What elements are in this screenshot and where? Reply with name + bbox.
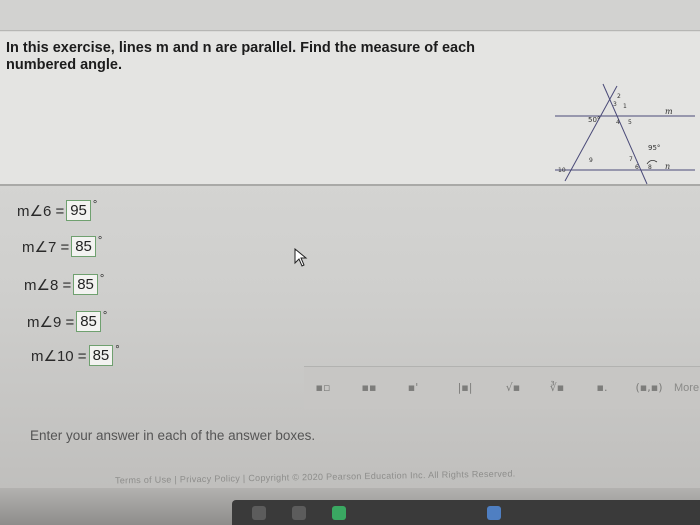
footer-links[interactable]: Terms of Use | Privacy Policy | Copyrigh… — [115, 469, 516, 486]
degree-symbol: ° — [92, 198, 98, 211]
taskbar-app-icon[interactable] — [332, 506, 346, 520]
angle-label-5: 5 — [628, 119, 632, 126]
answer-input-angle-8[interactable]: 85 — [73, 274, 98, 295]
angle-label-2: 2 — [617, 93, 621, 100]
angle-label-10: 10 — [558, 167, 566, 174]
degree-symbol: ° — [97, 234, 103, 247]
nth-root-tool-button[interactable]: ∛▪ — [544, 377, 570, 399]
transversal-2 — [602, 83, 648, 185]
answer-input-angle-9[interactable]: 85 — [76, 311, 101, 332]
angle-label-1: 1 — [623, 103, 627, 110]
line-m-label: m — [665, 107, 673, 116]
absolute-value-tool-button[interactable]: |▪| — [452, 377, 478, 399]
answer-input-angle-10[interactable]: 85 — [88, 345, 114, 366]
degree-symbol: ° — [115, 343, 120, 356]
angle-label-8: 8 — [648, 164, 652, 171]
square-root-tool-button[interactable]: √▪ — [500, 377, 526, 399]
transversal-1 — [564, 85, 618, 182]
angle-label-3: 3 — [613, 101, 617, 108]
answer-label: m∠8 = — [24, 276, 72, 294]
ordered-pair-tool-button[interactable]: (▪,▪) — [632, 377, 666, 399]
question-prompt: In this exercise, lines m and n are para… — [6, 40, 476, 73]
taskbar — [232, 500, 700, 525]
answer-hint: Enter your answer in each of the answer … — [30, 428, 316, 443]
angle-label-9: 9 — [589, 157, 593, 164]
question-panel: In this exercise, lines m and n are para… — [0, 32, 700, 186]
screen: In this exercise, lines m and n are para… — [0, 0, 700, 525]
more-tools-button[interactable]: More — [674, 377, 699, 399]
decimal-tool-button[interactable]: ▪. — [589, 377, 615, 399]
answer-row-angle-6: m∠6 = 95 ° — [17, 198, 98, 221]
taskbar-app-icon[interactable] — [292, 506, 306, 520]
angle-label-6: 6 — [635, 164, 639, 171]
answer-input-angle-7[interactable]: 85 — [71, 236, 96, 257]
angle-label-4: 4 — [616, 119, 620, 126]
answer-label: m∠10 = — [31, 347, 87, 365]
answer-input-angle-6[interactable]: 95 — [66, 200, 91, 221]
answers-section: m∠6 = 95 ° m∠7 = 85 ° m∠8 = 85 ° m∠9 = 8… — [0, 186, 700, 366]
math-toolbar: ▪▫ ▪▪ ▪' |▪| √▪ ∛▪ ▪. (▪,▪) More — [304, 366, 700, 409]
parallel-lines-figure: 3 2 1 50° 4 5 m 95° 9 7 10 6 8 n — [555, 83, 695, 185]
top-strip — [0, 0, 700, 31]
answer-row-angle-7: m∠7 = 85 ° — [22, 234, 103, 257]
exponent-tool-button[interactable]: ▪' — [400, 377, 426, 399]
taskbar-app-icon[interactable] — [252, 506, 266, 520]
answer-row-angle-10: m∠10 = 85 ° — [31, 343, 120, 366]
degree-symbol: ° — [99, 272, 105, 285]
answer-row-angle-9: m∠9 = 85 ° — [27, 309, 108, 332]
answer-label: m∠7 = — [22, 238, 70, 256]
answer-row-angle-8: m∠8 = 85 ° — [24, 272, 105, 295]
given-angle-bottom: 95° — [648, 144, 660, 152]
given-angle-top: 50° — [588, 116, 600, 124]
mouse-cursor-icon — [294, 248, 308, 267]
mixed-number-tool-button[interactable]: ▪▪ — [356, 377, 382, 399]
fraction-tool-button[interactable]: ▪▫ — [310, 377, 336, 399]
degree-symbol: ° — [102, 309, 108, 322]
answer-label: m∠6 = — [17, 202, 65, 220]
taskbar-app-icon[interactable] — [487, 506, 501, 520]
line-n-label: n — [665, 162, 670, 171]
answer-label: m∠9 = — [27, 313, 75, 331]
angle-label-7: 7 — [629, 156, 633, 163]
